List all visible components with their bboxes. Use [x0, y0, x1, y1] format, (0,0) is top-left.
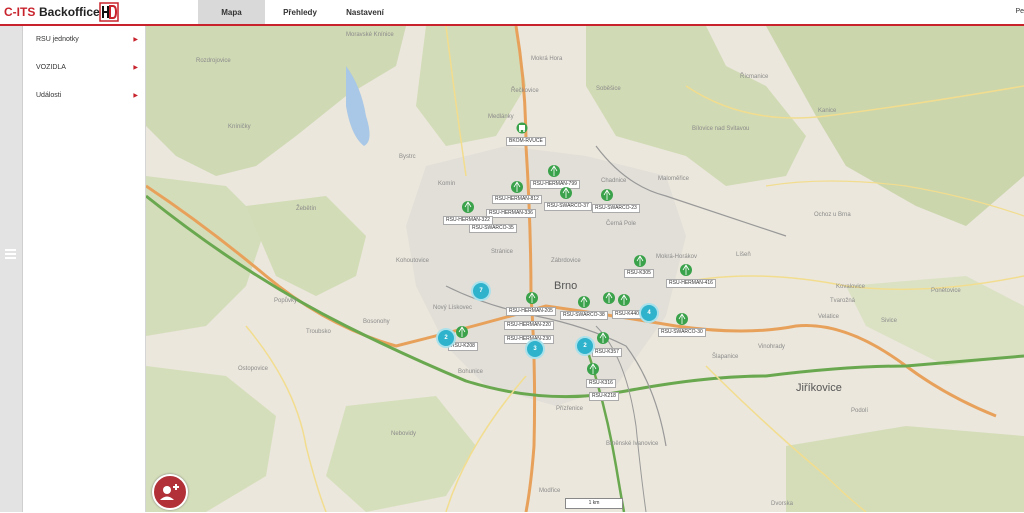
- rsu-label[interactable]: RSU-K357: [592, 348, 622, 357]
- place-label: Chadnice: [601, 178, 627, 184]
- place-label: Rozdrojovice: [196, 58, 231, 64]
- rsu-label[interactable]: RSU-K316: [586, 379, 616, 388]
- place-label: Ponětovice: [931, 288, 961, 294]
- place-label: Nebovidy: [391, 431, 417, 437]
- place-label: Popůvky: [274, 298, 298, 304]
- add-person-button[interactable]: [152, 474, 188, 510]
- top-header: C-ITS Backoffice Mapa Přehledy Nastavení…: [0, 0, 1024, 26]
- brand-short: C-ITS: [4, 5, 36, 19]
- caret-right-icon: ▶: [133, 65, 138, 71]
- rsu-label[interactable]: RSU-K440: [612, 310, 642, 319]
- tab-mapa[interactable]: Mapa: [198, 0, 265, 24]
- rsu-label[interactable]: RSU-K218: [589, 392, 619, 401]
- place-label: Medlánky: [488, 114, 514, 120]
- place-label: Soběšice: [596, 86, 621, 92]
- place-label: Nový Lískovec: [433, 305, 473, 311]
- rsu-label[interactable]: RSU-SWARCO-38: [560, 311, 608, 320]
- map-view[interactable]: Rozdrojovice Moravské Knínice Mokrá Hora…: [146, 26, 1024, 512]
- place-label: Ostopovice: [238, 366, 269, 372]
- tab-prehledy[interactable]: Přehledy: [270, 0, 330, 24]
- rsu-label[interactable]: RSU-HERMAN-205: [506, 307, 556, 316]
- cluster-marker[interactable]: 4: [639, 303, 659, 323]
- place-label: Bosonohy: [363, 319, 390, 325]
- add-person-icon: [160, 484, 179, 500]
- rsu-label[interactable]: RSU-SWARCO-35: [469, 224, 517, 233]
- sidebar-item-udalosti[interactable]: Události ▶: [23, 82, 145, 110]
- place-label: Brněnské Ivanovice: [606, 441, 659, 447]
- user-name[interactable]: Pe: [1015, 8, 1024, 15]
- place-label: Šlapanice: [712, 354, 739, 360]
- map-background: [146, 26, 1024, 512]
- sidebar-item-label: RSU jednotky: [36, 36, 79, 43]
- menu-icon[interactable]: [5, 249, 16, 259]
- place-label: Kanice: [818, 108, 837, 114]
- place-label: Černá Pole: [606, 221, 637, 227]
- cluster-marker[interactable]: 2: [575, 336, 595, 356]
- rsu-label[interactable]: RSU-HERMAN-336: [486, 209, 536, 218]
- place-label: Jiříkovice: [796, 382, 842, 394]
- map-scale: 1 km: [565, 498, 623, 509]
- cluster-marker[interactable]: 3: [525, 339, 545, 359]
- place-label: Velatice: [818, 314, 840, 320]
- place-label: Tvarožná: [830, 298, 856, 304]
- rsu-label[interactable]: RSU-K305: [624, 269, 654, 278]
- place-label: Troubsko: [306, 329, 331, 335]
- hd-logo-icon: [99, 2, 119, 22]
- rsu-label[interactable]: RSU-HERMAN-220: [504, 321, 554, 330]
- caret-right-icon: ▶: [133, 37, 138, 43]
- place-label: Řečkovice: [511, 88, 539, 94]
- place-label: Bílovice nad Svitavou: [692, 126, 750, 132]
- place-label: Mokrá Hora: [531, 56, 563, 62]
- place-label: Komín: [438, 181, 456, 187]
- place-label: Kovalovice: [836, 284, 866, 290]
- place-label: Líšeň: [736, 252, 751, 258]
- place-label: Bystrc: [399, 154, 416, 160]
- sidebar: RSU jednotky ▶ VOZIDLA ▶ Události ▶: [23, 26, 146, 512]
- place-label: Žebětín: [296, 206, 317, 212]
- tab-nastaveni[interactable]: Nastavení: [335, 0, 395, 24]
- place-label: Podolí: [851, 408, 869, 414]
- place-label: Stránice: [491, 249, 514, 255]
- caret-right-icon: ▶: [133, 93, 138, 99]
- place-label: Ochoz u Brna: [814, 212, 851, 218]
- sidebar-item-label: Události: [36, 92, 62, 99]
- rsu-label[interactable]: RSU-HERMAN-799: [530, 180, 580, 189]
- place-label: Přízřenice: [556, 406, 584, 412]
- cluster-marker[interactable]: 7: [471, 281, 491, 301]
- cluster-marker[interactable]: 2: [436, 328, 456, 348]
- place-label: Zábrdovice: [551, 258, 581, 264]
- rsu-label[interactable]: RSU-HERMAN-812: [492, 195, 542, 204]
- sidebar-item-rsu[interactable]: RSU jednotky ▶: [23, 26, 145, 54]
- place-label: Kohoutovice: [396, 258, 430, 264]
- place-label: Maloměřice: [658, 176, 690, 182]
- brand-title: Backoffice: [39, 5, 100, 19]
- place-label: Mokrá-Horákov: [656, 254, 698, 260]
- place-label: Sivice: [881, 318, 898, 324]
- rsu-label[interactable]: RSU-SWARCO-30: [658, 328, 706, 337]
- place-label: Kníničky: [228, 124, 251, 130]
- place-label: Dvorska: [771, 501, 794, 507]
- vehicle-icon[interactable]: [516, 122, 528, 134]
- sidebar-item-vozidla[interactable]: VOZIDLA ▶: [23, 54, 145, 82]
- left-rail: [0, 26, 23, 512]
- rsu-label[interactable]: RSU-SWARCO-37: [544, 202, 592, 211]
- sidebar-item-label: VOZIDLA: [36, 64, 66, 71]
- rsu-label[interactable]: BKOM-RVUCE: [506, 137, 546, 146]
- rsu-label[interactable]: RSU-HERMAN-416: [666, 279, 716, 288]
- place-label: Moravské Knínice: [346, 32, 394, 38]
- place-label: Bohunice: [458, 369, 484, 375]
- place-label: Řícmanice: [740, 74, 769, 80]
- place-label: Vinohrady: [758, 344, 785, 350]
- rsu-label[interactable]: RSU-SWARCO-23: [592, 204, 640, 213]
- place-label: Modřice: [539, 488, 561, 494]
- city-label: Brno: [554, 280, 578, 292]
